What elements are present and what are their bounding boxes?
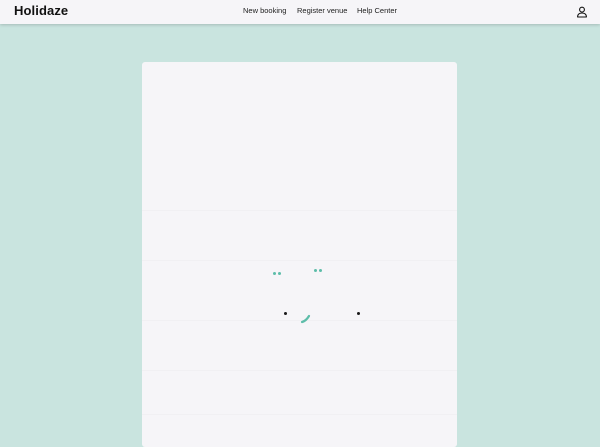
divider: [142, 260, 457, 261]
spinner-dot: [278, 272, 281, 275]
nav-link-register-venue[interactable]: Register venue: [297, 6, 347, 15]
spinner-dot: [357, 312, 360, 315]
top-navbar: Holidaze New booking Register venue Help…: [0, 0, 600, 24]
spinner-dot: [273, 272, 276, 275]
user-account-button[interactable]: [575, 5, 589, 19]
content-card: [142, 62, 457, 447]
spinner-arc: [300, 314, 311, 324]
user-icon: [577, 6, 587, 18]
nav-link-new-booking[interactable]: New booking: [243, 6, 286, 15]
divider: [142, 370, 457, 371]
spinner-dot: [314, 269, 317, 272]
spinner-dot: [319, 269, 322, 272]
divider: [142, 414, 457, 415]
spinner-dot: [284, 312, 287, 315]
divider: [142, 210, 457, 211]
nav-links: New booking Register venue Help Center: [0, 0, 600, 24]
nav-link-help-center[interactable]: Help Center: [357, 6, 397, 15]
